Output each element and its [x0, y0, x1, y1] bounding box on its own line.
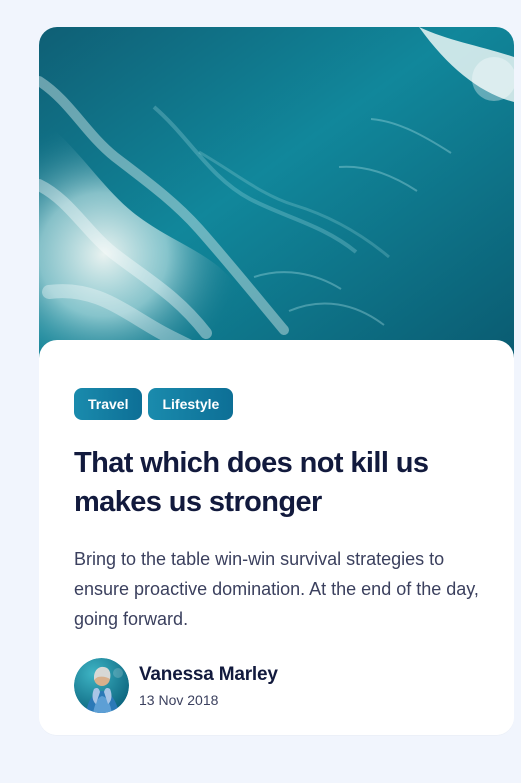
blog-card: Travel Lifestyle That which does not kil…: [39, 27, 514, 735]
card-content: Travel Lifestyle That which does not kil…: [39, 340, 514, 735]
article-title[interactable]: That which does not kill us makes us str…: [74, 444, 484, 522]
publish-date: 13 Nov 2018: [139, 691, 219, 708]
author-name[interactable]: Vanessa Marley: [139, 664, 278, 686]
article-excerpt: Bring to the table win-win survival stra…: [74, 549, 479, 629]
tag-lifestyle[interactable]: Lifestyle: [148, 388, 234, 420]
tag-list: Travel Lifestyle: [74, 388, 234, 420]
tag-travel[interactable]: Travel: [74, 388, 143, 420]
author-avatar[interactable]: [74, 658, 129, 713]
ocean-hero-image: [39, 27, 514, 367]
author-meta: Vanessa Marley 13 Nov 2018: [139, 664, 278, 708]
author-info[interactable]: Vanessa Marley 13 Nov 2018: [74, 658, 278, 713]
